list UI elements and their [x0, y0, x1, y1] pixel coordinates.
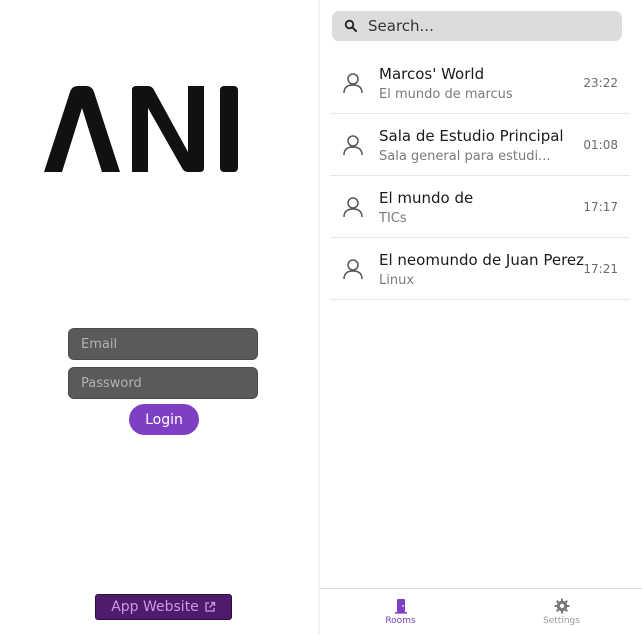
ani-logo: [44, 86, 238, 172]
app-website-label: App Website: [111, 599, 199, 615]
user-icon: [343, 73, 363, 94]
room-name: El neomundo de Juan Perez: [379, 251, 585, 269]
list-item[interactable]: El neomundo de Juan Perez Linux 17:21: [330, 238, 630, 300]
list-item[interactable]: Marcos' World El mundo de marcus 23:22: [330, 52, 630, 114]
room-name: Marcos' World: [379, 65, 485, 83]
room-list: Marcos' World El mundo de marcus 23:22 S…: [330, 52, 630, 300]
room-description: Linux: [379, 273, 415, 288]
room-time: 01:08: [583, 138, 618, 152]
user-icon: [343, 197, 363, 218]
login-screen: Login App Website: [0, 0, 318, 634]
gear-icon: [554, 598, 569, 614]
list-item[interactable]: El mundo de TICs 17:17: [330, 176, 630, 238]
user-icon: [343, 135, 363, 156]
rooms-screen: Search... Marcos' World El mundo de marc…: [320, 0, 642, 634]
room-description: El mundo de marcus: [379, 87, 513, 102]
search-placeholder: Search...: [368, 17, 434, 35]
email-field[interactable]: [68, 328, 258, 360]
user-icon: [343, 259, 363, 280]
tab-settings-label: Settings: [543, 616, 580, 626]
room-name: Sala de Estudio Principal: [379, 127, 564, 145]
room-description: Sala general para estudi...: [379, 149, 551, 164]
tab-rooms-label: Rooms: [385, 616, 416, 626]
room-name: El mundo de: [379, 189, 474, 207]
room-description: TICs: [379, 211, 407, 226]
password-field[interactable]: [68, 367, 258, 399]
tab-bar: Rooms Settings: [320, 588, 642, 635]
room-time: 17:17: [583, 200, 618, 214]
app-website-button[interactable]: App Website: [95, 594, 232, 620]
login-button[interactable]: Login: [129, 404, 199, 435]
room-time: 23:22: [583, 76, 618, 90]
tab-rooms[interactable]: Rooms: [320, 589, 481, 635]
door-icon: [394, 599, 407, 614]
search-bar[interactable]: Search...: [332, 11, 622, 41]
room-time: 17:21: [583, 262, 618, 276]
external-link-icon: [205, 601, 215, 612]
search-icon: [344, 19, 357, 32]
tab-settings[interactable]: Settings: [481, 589, 642, 635]
list-item[interactable]: Sala de Estudio Principal Sala general p…: [330, 114, 630, 176]
